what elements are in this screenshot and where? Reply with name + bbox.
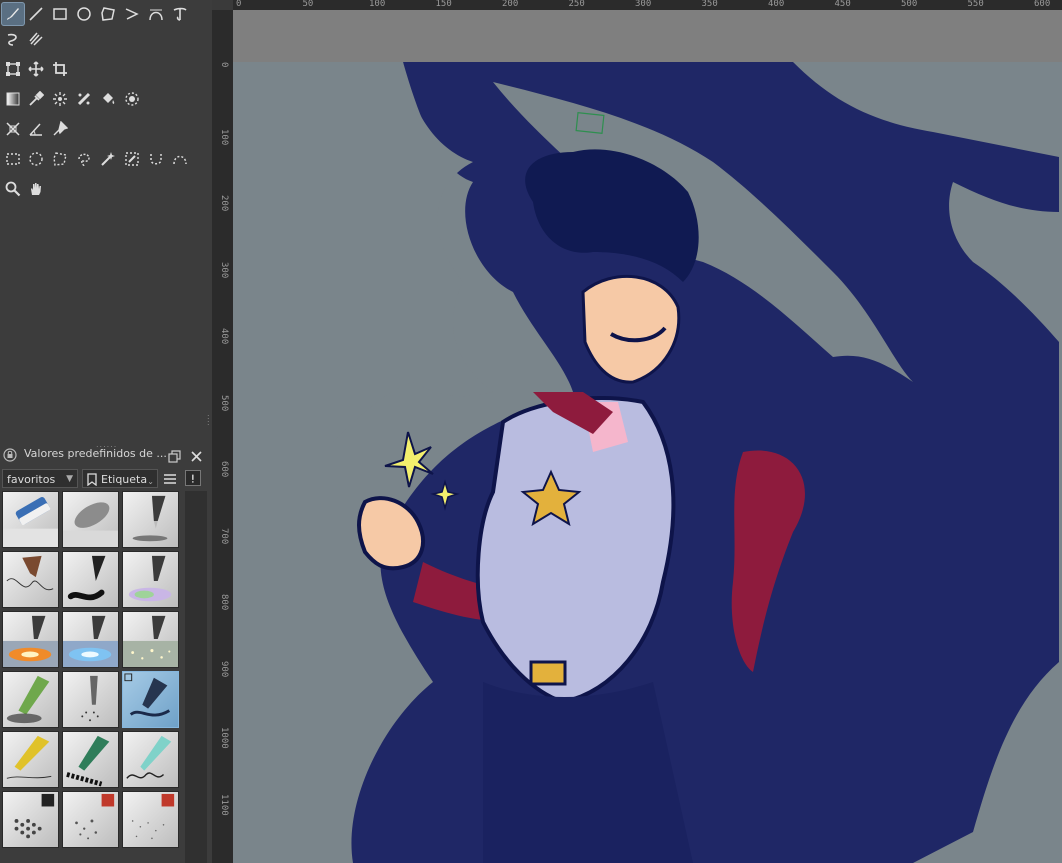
crop-tool-icon[interactable]: [48, 57, 72, 81]
preset-grid-scrollbar[interactable]: [185, 491, 207, 863]
artwork-canvas[interactable]: [233, 62, 1062, 863]
canvas-viewport[interactable]: [233, 10, 1062, 863]
horizontal-ruler-label: 150: [435, 0, 452, 9]
rectangle-tool-icon[interactable]: [48, 2, 72, 26]
vertical-ruler-label: 600: [219, 461, 229, 478]
float-docker-icon[interactable]: [168, 448, 181, 463]
close-docker-icon[interactable]: [190, 448, 203, 462]
contiguous-selection-tool-icon[interactable]: [96, 147, 120, 171]
zoom-tool-icon[interactable]: [1, 177, 25, 201]
measure-tool-icon[interactable]: [24, 117, 48, 141]
preset-ink-brush[interactable]: [62, 551, 119, 608]
preset-sparkle[interactable]: [122, 611, 179, 668]
vertical-ruler-label: 200: [219, 195, 229, 212]
tag-selector-value: favoritos: [7, 473, 56, 486]
multibrush-tool-icon[interactable]: [24, 27, 48, 51]
horizontal-ruler-label: 100: [369, 0, 386, 9]
rectangular-selection-tool-icon[interactable]: [1, 147, 25, 171]
vertical-ruler: 0 100 200 300 400 500 600 700 800 900 1000 1100: [212, 10, 233, 863]
bezier-curve-tool-icon[interactable]: [144, 2, 168, 26]
docker-titlebar: Valores predefinidos de ...: [0, 443, 212, 465]
line-tool-icon[interactable]: [24, 2, 48, 26]
enclose-fill-tool-icon[interactable]: [120, 87, 144, 111]
preset-pen-cyan-feather[interactable]: [122, 731, 179, 788]
tag-button-label: Etiqueta: [101, 473, 148, 486]
bezier-selection-tool-icon[interactable]: [168, 147, 192, 171]
vertical-ruler-label: 900: [219, 660, 229, 677]
ellipse-tool-icon[interactable]: [72, 2, 96, 26]
smart-patch-tool-icon[interactable]: [72, 87, 96, 111]
vertical-ruler-label: 500: [219, 394, 229, 411]
horizontal-ruler-label: 200: [502, 0, 519, 9]
horizontal-ruler-label: 300: [635, 0, 652, 9]
polygonal-selection-tool-icon[interactable]: [48, 147, 72, 171]
preset-pen-green[interactable]: [62, 731, 119, 788]
preset-eraser-hard[interactable]: [62, 491, 119, 548]
horizontal-ruler-label: 0: [236, 0, 242, 9]
gradient-tool-icon[interactable]: [1, 87, 25, 111]
preset-eraser-soft[interactable]: [2, 491, 59, 548]
vertical-ruler-label: 0: [219, 62, 229, 68]
vertical-ruler-label: 700: [219, 527, 229, 544]
horizontal-ruler: 0 50 100 150 200 250 300 350 400 450 500 550 600: [233, 0, 1062, 10]
similar-color-selection-tool-icon[interactable]: [120, 147, 144, 171]
preset-texture-noise[interactable]: [122, 791, 179, 848]
horizontal-ruler-label: 600: [1034, 0, 1051, 9]
chevron-down-icon: ▼: [66, 474, 73, 484]
vertical-ruler-label: 400: [219, 328, 229, 345]
tag-row: favoritos ▼ Etiqueta ⌄: [0, 467, 212, 489]
preset-glow-blue[interactable]: [62, 611, 119, 668]
horizontal-ruler-label: 450: [834, 0, 851, 9]
docker-title: Valores predefinidos de ...: [24, 447, 167, 460]
preset-glow-orange[interactable]: [2, 611, 59, 668]
move-tool-icon[interactable]: [24, 57, 48, 81]
preset-pen-basic[interactable]: [122, 491, 179, 548]
chevron-down-small-icon: ⌄: [147, 477, 154, 486]
tag-selector-combo[interactable]: favoritos ▼: [2, 469, 78, 488]
freehand-path-tool-icon[interactable]: [1, 27, 25, 51]
vertical-ruler-label: 800: [219, 594, 229, 611]
magnetic-selection-tool-icon[interactable]: [144, 147, 168, 171]
hamburger-menu-icon[interactable]: [163, 471, 177, 485]
assistant-tool-icon[interactable]: [1, 117, 25, 141]
pan-tool-icon[interactable]: [24, 177, 48, 201]
belt-buckle: [529, 660, 567, 686]
freehand-brush-tool-icon[interactable]: [1, 2, 25, 26]
toolbox-panel: ....: [0, 0, 212, 443]
preset-pen-color-blend[interactable]: [122, 551, 179, 608]
horizontal-ruler-label: 550: [967, 0, 984, 9]
polygon-tool-icon[interactable]: [96, 2, 120, 26]
preset-pencil-texture[interactable]: [2, 671, 59, 728]
transform-tool-icon[interactable]: [1, 57, 25, 81]
preset-texture-halftone[interactable]: [2, 791, 59, 848]
reference-images-tool-icon[interactable]: [48, 117, 72, 141]
horizontal-ruler-label: 400: [768, 0, 785, 9]
info-icon[interactable]: [185, 470, 201, 486]
tag-button[interactable]: Etiqueta ⌄: [82, 469, 158, 488]
lock-docker-icon[interactable]: [3, 447, 17, 462]
preset-texture-spray[interactable]: [62, 791, 119, 848]
preset-ink-nib[interactable]: [2, 551, 59, 608]
preset-airbrush-pen[interactable]: [62, 671, 119, 728]
dock-splitter-handle-icon[interactable]: ....: [207, 410, 211, 427]
preset-pen-yellow[interactable]: [2, 731, 59, 788]
preset-marker-selected[interactable]: [122, 671, 179, 728]
elliptical-selection-tool-icon[interactable]: [24, 147, 48, 171]
vertical-ruler-label: 300: [219, 261, 229, 278]
horizontal-ruler-label: 50: [302, 0, 314, 9]
brush-presets-docker: ...... Valores predefinidos de ... favor…: [0, 440, 212, 863]
freehand-selection-tool-icon[interactable]: [72, 147, 96, 171]
color-sampler-tool-icon[interactable]: [24, 87, 48, 111]
fill-tool-icon[interactable]: [96, 87, 120, 111]
polyline-tool-icon[interactable]: [120, 2, 144, 26]
bookmark-icon: [87, 473, 97, 487]
vertical-ruler-label: 1000: [219, 727, 229, 749]
vertical-ruler-label: 100: [219, 128, 229, 145]
horizontal-ruler-label: 350: [701, 0, 718, 9]
dynamic-brush-tool-icon[interactable]: [168, 2, 192, 26]
vertical-ruler-label: 1100: [219, 793, 229, 816]
colorize-mask-tool-icon[interactable]: [48, 87, 72, 111]
horizontal-ruler-label: 250: [568, 0, 585, 9]
horizontal-ruler-label: 500: [901, 0, 918, 9]
